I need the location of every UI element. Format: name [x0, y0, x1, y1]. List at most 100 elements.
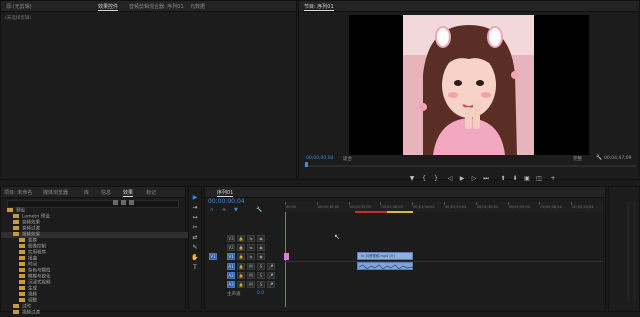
- tab-effects[interactable]: 效果: [123, 189, 134, 197]
- play-icon[interactable]: ▶: [458, 175, 466, 182]
- new-bin-icon[interactable]: [113, 200, 118, 205]
- audio-clip[interactable]: [357, 262, 413, 270]
- go-to-out-icon[interactable]: ⏭: [482, 175, 490, 182]
- video-frame: [403, 15, 534, 155]
- tab-audio-mixer[interactable]: 音频剪辑混合器: 序列01: [129, 3, 184, 10]
- track-target-v3[interactable]: V3: [227, 235, 235, 242]
- folder-icon: [19, 292, 25, 296]
- folder-icon: [19, 250, 25, 254]
- tab-source[interactable]: 源:(无剪辑): [6, 3, 32, 10]
- sync-icon[interactable]: ⇆: [247, 235, 255, 242]
- mute-icon[interactable]: M: [247, 263, 255, 270]
- lift-icon[interactable]: ⬆: [499, 175, 507, 182]
- lock-icon[interactable]: 🔒: [237, 263, 245, 270]
- tab-metadata[interactable]: 元数据: [190, 3, 205, 10]
- lock-icon[interactable]: 🔒: [237, 272, 245, 279]
- tab-project[interactable]: 项目: 未命名: [4, 189, 32, 196]
- time-ruler[interactable]: 00;00 00;00;16;00 00;00;32;00 00;00;48;00 00…: [285, 202, 603, 212]
- mark-out-icon[interactable]: {: [420, 175, 428, 182]
- eye-icon[interactable]: ◉: [257, 235, 265, 242]
- effects-search-input[interactable]: [7, 200, 179, 208]
- quality-dropdown[interactable]: 完整: [573, 156, 582, 162]
- tree-item-label: 视频效果: [22, 232, 40, 238]
- solo-icon[interactable]: S: [257, 263, 265, 270]
- source-patch-v1[interactable]: V1: [209, 253, 217, 260]
- mute-icon[interactable]: M: [247, 281, 255, 288]
- track-target-v1[interactable]: V1: [227, 253, 235, 260]
- mic-icon[interactable]: 🎤: [267, 281, 275, 288]
- mute-icon[interactable]: M: [247, 272, 255, 279]
- extract-icon[interactable]: ⬇: [511, 175, 519, 182]
- tab-info[interactable]: 信息: [101, 189, 111, 196]
- folder-icon: [19, 298, 25, 302]
- mic-icon[interactable]: 🎤: [267, 263, 275, 270]
- step-forward-icon[interactable]: ▷: [470, 175, 478, 182]
- linked-selection-icon[interactable]: ∞: [222, 207, 226, 213]
- track-target-a2[interactable]: A2: [227, 272, 235, 279]
- ripple-edit-icon[interactable]: ↔: [191, 214, 199, 222]
- tree-item-label: 时间: [28, 262, 37, 268]
- track-target-a3[interactable]: A3: [227, 281, 235, 288]
- type-icon[interactable]: T: [191, 264, 199, 272]
- pen-icon[interactable]: ✎: [191, 244, 199, 252]
- new-item-icon[interactable]: [121, 200, 126, 205]
- delete-icon[interactable]: [129, 200, 134, 205]
- waveform-icon: [359, 264, 413, 270]
- program-scrubber[interactable]: [304, 165, 636, 167]
- fit-dropdown[interactable]: 适合: [343, 156, 352, 162]
- mouse-cursor-icon: ↖: [334, 233, 340, 241]
- lock-icon[interactable]: 🔒: [237, 235, 245, 242]
- slip-icon[interactable]: ⇄: [191, 234, 199, 242]
- lock-icon[interactable]: 🔒: [237, 253, 245, 260]
- track-target-a1[interactable]: A1: [227, 263, 235, 270]
- tab-program[interactable]: 节目: 序列01: [304, 3, 334, 11]
- snap-icon[interactable]: ∩: [210, 207, 214, 213]
- tab-effect-controls[interactable]: 效果控件: [98, 3, 119, 11]
- hand-icon[interactable]: ✋: [191, 254, 199, 262]
- tab-sequence[interactable]: 序列01: [217, 189, 234, 197]
- mic-icon[interactable]: 🎤: [267, 272, 275, 279]
- go-to-in-icon[interactable]: }: [432, 175, 440, 182]
- track-target-v2[interactable]: V2: [227, 244, 235, 251]
- folder-icon: [13, 310, 19, 314]
- export-frame-icon[interactable]: ▣: [523, 175, 531, 182]
- solo-icon[interactable]: S: [257, 281, 265, 288]
- master-volume[interactable]: 0.0: [257, 291, 264, 296]
- step-back-icon[interactable]: ◁: [446, 175, 454, 182]
- effects-tabbar: 项目: 未命名 媒体浏览器 库 信息 效果 标记: [1, 187, 185, 198]
- tree-item-label: 音频效果: [22, 220, 40, 226]
- comparison-icon[interactable]: ◫: [535, 175, 543, 182]
- selection-tool-icon[interactable]: ▶: [191, 194, 199, 202]
- add-button-icon[interactable]: +: [549, 175, 557, 182]
- timeline-timecode[interactable]: 00;00;00;04: [208, 198, 245, 205]
- work-area-bar-yellow[interactable]: [387, 211, 413, 213]
- eye-icon[interactable]: ◉: [257, 253, 265, 260]
- pink-marker-clip[interactable]: [284, 253, 289, 260]
- ruler-label: 00;00;32;00: [349, 205, 371, 209]
- tree-item[interactable]: 视频过渡: [13, 310, 40, 316]
- solo-icon[interactable]: S: [257, 272, 265, 279]
- video-clip[interactable]: fx 抖音视频.mp4 [V]: [357, 252, 413, 260]
- sync-icon[interactable]: ⇆: [247, 244, 255, 251]
- tab-libraries[interactable]: 库: [84, 189, 89, 196]
- wrench-icon[interactable]: 🔧: [596, 155, 602, 161]
- add-marker-icon[interactable]: ▼: [234, 207, 238, 213]
- program-timecode[interactable]: 00;00;00;04: [306, 156, 333, 161]
- folder-icon: [19, 274, 25, 278]
- tab-markers[interactable]: 标记: [146, 189, 156, 196]
- mark-in-icon[interactable]: ▼: [408, 175, 416, 182]
- settings-wrench-icon[interactable]: 🔧: [256, 207, 262, 213]
- tab-media-browser[interactable]: 媒体浏览器: [43, 189, 68, 196]
- track-select-icon[interactable]: ⇥: [191, 204, 199, 212]
- work-area-bar-red[interactable]: [355, 211, 387, 213]
- lock-icon[interactable]: 🔒: [237, 244, 245, 251]
- tree-item-label: 变换: [28, 238, 37, 244]
- video-viewport[interactable]: [349, 15, 589, 155]
- playhead-icon[interactable]: [305, 162, 308, 167]
- sync-icon[interactable]: ⇆: [247, 253, 255, 260]
- razor-icon[interactable]: ✂: [191, 224, 199, 232]
- eye-icon[interactable]: ◉: [257, 244, 265, 251]
- source-tabbar: 源:(无剪辑) 效果控件 音频剪辑混合器: 序列01 元数据: [1, 1, 296, 12]
- folder-icon: [13, 232, 19, 236]
- lock-icon[interactable]: 🔒: [237, 281, 245, 288]
